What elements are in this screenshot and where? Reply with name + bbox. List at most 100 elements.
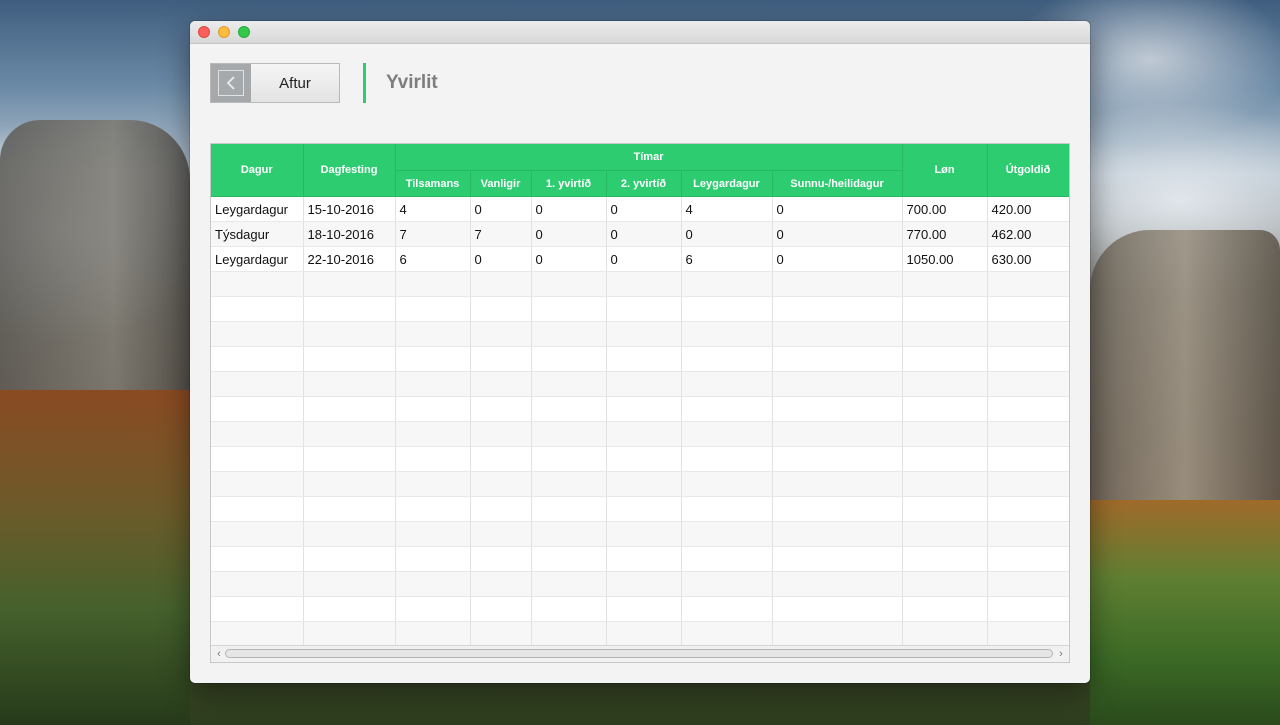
- column-header-vanligir[interactable]: Vanligir: [470, 170, 532, 197]
- background-rock-left: [0, 120, 190, 420]
- table-cell: [531, 621, 607, 647]
- table-cell: 0: [531, 221, 607, 247]
- table-cell: [211, 596, 304, 622]
- zoom-window-button[interactable]: [238, 26, 250, 38]
- table-cell: [681, 346, 773, 372]
- table-cell: [681, 571, 773, 597]
- table-cell: [211, 571, 304, 597]
- table-cell: [772, 621, 903, 647]
- table-cell: [470, 621, 532, 647]
- chevron-left-icon: [218, 70, 244, 96]
- table-cell: [470, 321, 532, 347]
- table-cell: [395, 446, 471, 472]
- table-cell: [681, 471, 773, 497]
- table-cell: [395, 496, 471, 522]
- empty-table-row: [211, 496, 1069, 522]
- column-header-yvirtid-2[interactable]: 2. yvirtíð: [606, 170, 682, 197]
- column-header-utgoldid[interactable]: Útgoldið: [987, 144, 1069, 197]
- table-cell: [987, 471, 1069, 497]
- column-header-leygardagur[interactable]: Leygardagur: [681, 170, 773, 197]
- table-row[interactable]: Týsdagur 18-10-2016 7 7 0 0 0 0 770.00 462.00: [211, 221, 1069, 247]
- table-row[interactable]: Leygardagur 22-10-2016 6 0 0 0 6 0 1050.00 630.00: [211, 246, 1069, 272]
- table-cell: 1050.00: [902, 246, 988, 272]
- table-cell: [987, 521, 1069, 547]
- table-cell: [772, 371, 903, 397]
- empty-table-row: [211, 371, 1069, 397]
- column-header-dagfesting[interactable]: Dagfesting: [303, 144, 396, 197]
- table-cell: [470, 571, 532, 597]
- table-cell: [772, 271, 903, 297]
- table-cell: [531, 321, 607, 347]
- table-cell: 770.00: [902, 221, 988, 247]
- table-cell: [211, 471, 304, 497]
- table-cell: [987, 296, 1069, 322]
- table-cell: [395, 596, 471, 622]
- back-button-label: Aftur: [279, 74, 311, 92]
- table-cell: [681, 596, 773, 622]
- table-cell: 0: [531, 246, 607, 272]
- table-cell: [772, 346, 903, 372]
- table-cell: 0: [606, 221, 682, 247]
- table-cell: 18-10-2016: [303, 221, 396, 247]
- table-cell: [987, 621, 1069, 647]
- empty-table-row: [211, 571, 1069, 597]
- table-cell: [531, 546, 607, 572]
- table-cell: [606, 496, 682, 522]
- table-cell: [303, 571, 396, 597]
- table-cell: [470, 446, 532, 472]
- scrollbar-thumb[interactable]: [225, 649, 1053, 658]
- table-cell: [902, 521, 988, 547]
- column-header-sunnu-heilidagur[interactable]: Sunnu-/heilidagur: [772, 170, 903, 197]
- table-cell: [395, 296, 471, 322]
- page-title: Yvirlit: [386, 72, 438, 93]
- column-header-tilsamans[interactable]: Tilsamans: [395, 170, 471, 197]
- empty-table-row: [211, 421, 1069, 447]
- table-cell: [772, 296, 903, 322]
- table-cell: [531, 371, 607, 397]
- table-cell: [211, 346, 304, 372]
- table-cell: [470, 271, 532, 297]
- table-cell: [531, 446, 607, 472]
- table-cell: [303, 396, 396, 422]
- table-cell: [987, 421, 1069, 447]
- table-cell: [987, 371, 1069, 397]
- table-cell: [606, 296, 682, 322]
- table-row[interactable]: Leygardagur 15-10-2016 4 0 0 0 4 0 700.00 420.00: [211, 196, 1069, 222]
- empty-table-row: [211, 596, 1069, 622]
- column-header-yvirtid-1[interactable]: 1. yvirtíð: [531, 170, 607, 197]
- empty-table-row: [211, 271, 1069, 297]
- arrow-right-icon[interactable]: ›: [1055, 648, 1067, 660]
- table-cell: Leygardagur: [211, 196, 304, 222]
- horizontal-scrollbar[interactable]: ‹ ›: [211, 645, 1069, 662]
- back-button[interactable]: Aftur: [210, 63, 340, 103]
- empty-table-row: [211, 471, 1069, 497]
- table-cell: [211, 446, 304, 472]
- table-cell: [772, 396, 903, 422]
- table-cell: [395, 396, 471, 422]
- table-cell: [470, 521, 532, 547]
- table-cell: [606, 371, 682, 397]
- table-cell: [303, 446, 396, 472]
- minimize-window-button[interactable]: [218, 26, 230, 38]
- table-cell: [470, 296, 532, 322]
- table-cell: [902, 421, 988, 447]
- column-group-header-timar: Tímar: [395, 144, 903, 171]
- table-cell: [902, 271, 988, 297]
- close-window-button[interactable]: [198, 26, 210, 38]
- table-cell: [531, 596, 607, 622]
- table-cell: [987, 271, 1069, 297]
- summary-table: Dagur Dagfesting Tímar Løn Útgoldið Tils…: [210, 143, 1070, 663]
- table-cell: [211, 621, 304, 647]
- column-header-lon[interactable]: Løn: [902, 144, 988, 197]
- arrow-left-icon[interactable]: ‹: [213, 648, 225, 660]
- background-trees-right: [1090, 500, 1280, 725]
- table-cell: [902, 471, 988, 497]
- table-cell: [606, 571, 682, 597]
- table-cell: [902, 321, 988, 347]
- table-cell: Leygardagur: [211, 246, 304, 272]
- table-cell: 0: [772, 246, 903, 272]
- column-header-dagur[interactable]: Dagur: [211, 144, 304, 197]
- table-cell: [531, 346, 607, 372]
- table-cell: [211, 521, 304, 547]
- table-cell: [772, 321, 903, 347]
